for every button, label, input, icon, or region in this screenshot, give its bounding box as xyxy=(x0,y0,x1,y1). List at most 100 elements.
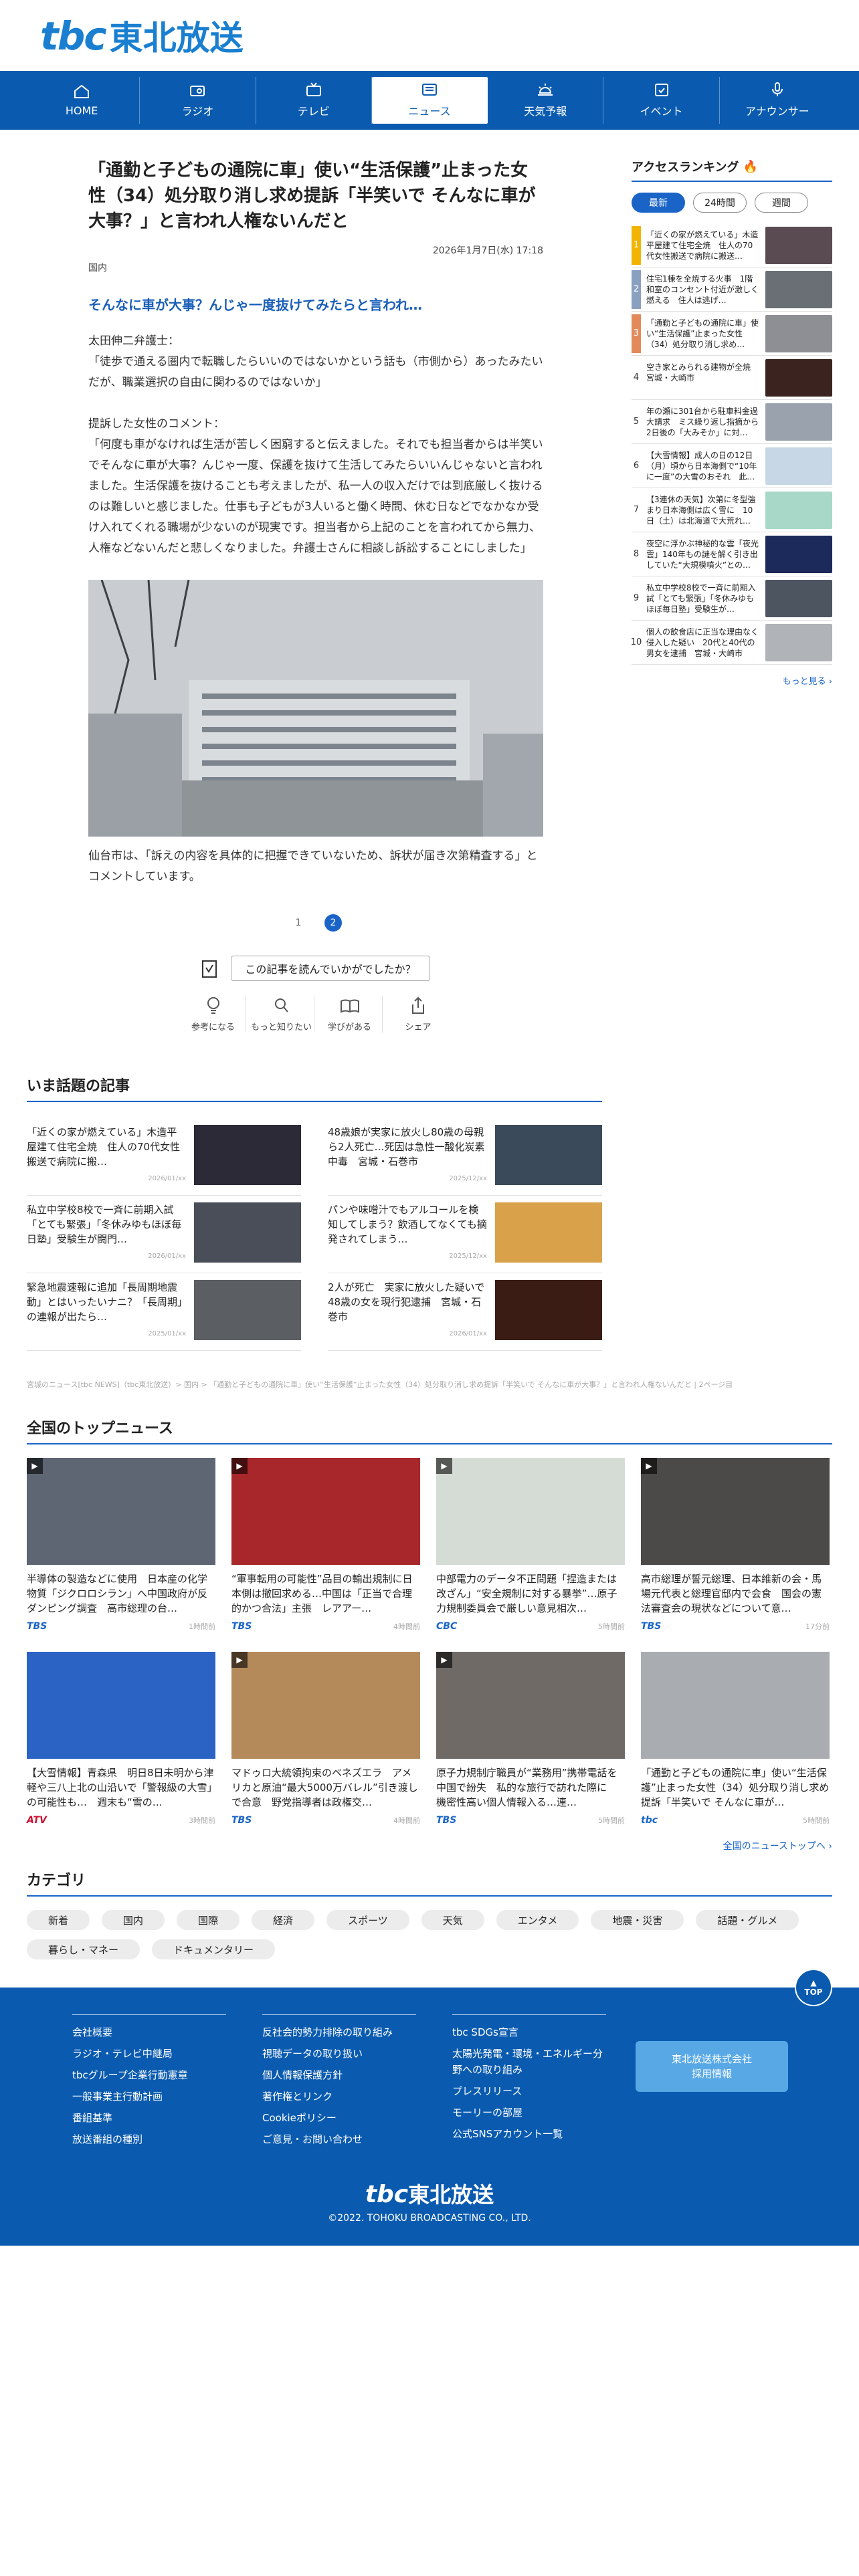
national-item[interactable]: 【大雪情報】青森県 明日8日未明から津軽や三八上北の山沿いで「警報級の大雪」の可… xyxy=(27,1652,215,1826)
rank-number: 10 xyxy=(630,637,642,647)
ranking-item[interactable]: 3 「通勤と子どもの通院に車」使い“生活保護”止まった女性（34）処分取り消し求め… xyxy=(632,312,832,356)
rank-number: 5 xyxy=(633,417,640,427)
news-thumbnail xyxy=(641,1652,830,1759)
ranking-item[interactable]: 1 「近くの家が燃えている」木造平屋建て住宅全焼 住人の70代女性搬送で病院に搬送… xyxy=(632,223,832,267)
reaction-label: シェア xyxy=(405,1023,432,1033)
national-item[interactable]: 「通勤と子どもの通院に車」使い“生活保護”止まった女性（34）処分取り消し求め提… xyxy=(641,1652,830,1826)
footer-link[interactable]: 公式SNSアカウント一覧 xyxy=(452,2126,606,2142)
global-nav: HOME ラジオ テレビ ニュース 天気予報 イベント アナウンサー xyxy=(0,71,859,130)
reaction-helpful[interactable]: 参考になる xyxy=(181,996,246,1033)
footer-link[interactable]: 放送番組の種別 xyxy=(72,2131,226,2147)
reaction-label: もっと知りたい xyxy=(250,1023,312,1033)
category-chip[interactable]: スポーツ xyxy=(326,1910,409,1930)
nav-radio[interactable]: ラジオ xyxy=(140,77,256,124)
category-chip[interactable]: 話題・グルメ xyxy=(696,1910,799,1930)
ranking-more-link[interactable]: もっと見る › xyxy=(632,674,832,687)
ranking-item[interactable]: 8 夜空に浮かぶ神秘的な雲「夜光雲」140年もの謎を解く引き出していた“大規模噴火… xyxy=(632,532,832,576)
nav-event[interactable]: イベント xyxy=(603,77,720,124)
rank-thumbnail xyxy=(765,270,832,308)
footer-links: 会社概要 ラジオ・テレビ中継局 tbcグループ企業行動憲章 一般事業主行動計画 … xyxy=(0,1988,859,2153)
nav-tv[interactable]: テレビ xyxy=(256,77,372,124)
footer-link[interactable]: 番組基準 xyxy=(72,2110,226,2126)
footer-link[interactable]: 会社概要 xyxy=(72,2024,226,2040)
national-item[interactable]: ▶ 中部電力のデータ不正問題「捏造または改ざん」“安全規制に対する暴挙”…原子力規… xyxy=(436,1458,625,1632)
footer-link[interactable]: tbcグループ企業行動憲章 xyxy=(72,2067,226,2083)
national-item[interactable]: ▶ マドゥロ大統領拘束のベネズエラ アメリカと原油“最大5000万バレル”引き渡し… xyxy=(231,1652,420,1826)
ranking-item[interactable]: 9 私立中学校8校で一斉に前期入試「とても緊張」「冬休みゆもほぼ毎日塾」受験生が… xyxy=(632,576,832,621)
page-link-current[interactable]: 2 xyxy=(324,914,342,932)
content-layout: 「通勤と子どもの通院に車」使い“生活保護”止まった女性（34）処分取り消し求め提… xyxy=(0,130,859,1033)
tab-latest[interactable]: 最新 xyxy=(632,193,685,213)
category-chip[interactable]: 天気 xyxy=(421,1910,484,1930)
nav-home[interactable]: HOME xyxy=(24,77,140,124)
topic-thumbnail xyxy=(495,1280,602,1340)
category-list: 新着 国内 国際 経済 スポーツ 天気 エンタメ 地震・災害 話題・グルメ 暮ら… xyxy=(27,1910,832,1959)
news-thumbnail: ▶ xyxy=(231,1652,420,1759)
footer-link[interactable]: 視聴データの取り扱い xyxy=(262,2046,416,2062)
recruit-button[interactable]: 東北放送株式会社 採用情報 xyxy=(636,2041,788,2092)
footer-link[interactable]: ご意見・お問い合わせ xyxy=(262,2131,416,2147)
national-more-label: 全国のニューストップへ xyxy=(723,1841,826,1852)
ranking-item[interactable]: 2 住宅1棟を全焼する火事 1階和室のコンセント付近が激しく燃える 住人は逃げ… xyxy=(632,267,832,312)
tab-24h[interactable]: 24時間 xyxy=(693,193,747,213)
topic-thumbnail xyxy=(194,1202,301,1263)
category-chip[interactable]: エンタメ xyxy=(496,1910,579,1930)
category-chip[interactable]: 新着 xyxy=(27,1910,90,1930)
footer-link[interactable]: 反社会的勢力排除の取り組み xyxy=(262,2024,416,2040)
national-item[interactable]: ▶ 半導体の製造などに使用 日本産の化学物質「ジクロロシラン」へ中国政府が反ダンピ… xyxy=(27,1458,215,1632)
national-item[interactable]: ▶ 高市総理が誓元総理、日本維新の会・馬場元代表と総理官邸内で会食 国会の憲法審査… xyxy=(641,1458,830,1632)
video-icon: ▶ xyxy=(641,1458,657,1474)
category-section: カテゴリ 新着 国内 国際 経済 スポーツ 天気 エンタメ 地震・災害 話題・グ… xyxy=(0,1868,859,1959)
rank-text: 住宅1棟を全焼する火事 1階和室のコンセント付近が激しく燃える 住人は逃げ… xyxy=(646,274,759,305)
page-link[interactable]: 1 xyxy=(290,914,307,932)
topic-item[interactable]: 48歳娘が実家に放火し80歳の母親ら2人死亡…死因は急性一酸化炭素中毒 宮城・石… xyxy=(328,1118,602,1196)
video-icon: ▶ xyxy=(27,1458,43,1474)
national-item[interactable]: ▶ “軍事転用の可能性”品目の輸出規制に日本側は撤回求める…中国は「正当で合理的か… xyxy=(231,1458,420,1632)
back-to-top-button[interactable]: ▲ TOP xyxy=(795,1969,832,2006)
ranking-item[interactable]: 4 空き家とみられる建物が全焼 宮城・大崎市 xyxy=(632,356,832,400)
ranking-item[interactable]: 6 【大雪情報】成人の日の12日（月）頃から日本海側で“10年に一度”の大雪のおそ… xyxy=(632,444,832,488)
article-category: 国内 xyxy=(88,263,107,274)
tab-weekly[interactable]: 週間 xyxy=(755,193,808,213)
topic-item[interactable]: 私立中学校8校で一斉に前期入試「とても緊張」「冬休みゆもほぼ毎日塾」受験生が闘門… xyxy=(27,1196,301,1273)
news-thumbnail: ▶ xyxy=(436,1458,625,1565)
footer-link[interactable]: 個人情報保護方針 xyxy=(262,2067,416,2083)
topic-item[interactable]: パンや味噌汁でもアルコールを検知してしまう？飲酒してなくても摘発されてしまう… 2… xyxy=(328,1196,602,1273)
rank-number: 6 xyxy=(633,461,640,471)
nav-announcer[interactable]: アナウンサー xyxy=(720,77,835,124)
topic-item[interactable]: 「近くの家が燃えている」木造平屋建て住宅全焼 住人の70代女性搬送で病院に搬… 2… xyxy=(27,1118,301,1196)
category-chip[interactable]: 地震・災害 xyxy=(591,1910,684,1930)
article-body: 太田伸二弁護士： 「徒歩で通える圏内で転職したらいいのではないかという話も（市側… xyxy=(88,331,543,559)
ranking-item[interactable]: 7 【3連休の天気】次第に冬型強まり日本海側は広く雪に 10日（土）は北海道で大荒… xyxy=(632,488,832,532)
footer-link[interactable]: tbc SDGs宣言 xyxy=(452,2024,606,2040)
nav-weather[interactable]: 天気予報 xyxy=(488,77,604,124)
national-item[interactable]: ▶ 原子力規制庁職員が“業務用”携帯電話を中国で紛失 私的な旅行で訪れた際に 機密… xyxy=(436,1652,625,1826)
ranking-item[interactable]: 10 個人の飲食店に正当な理由なく侵入した疑い 20代と40代の男女を逮捕 宮城・… xyxy=(630,621,832,665)
topic-date: 2025/01/xx xyxy=(148,1330,186,1337)
footer-link[interactable]: プレスリリース xyxy=(452,2083,606,2099)
category-chip[interactable]: ドキュメンタリー xyxy=(152,1939,276,1959)
nav-news[interactable]: ニュース xyxy=(371,77,488,124)
footer-link[interactable]: 太陽光発電・環境・エネルギー分野への取り組み xyxy=(452,2046,606,2078)
site-logo[interactable]: tbc 東北放送 xyxy=(40,11,244,60)
category-chip[interactable]: 経済 xyxy=(252,1910,315,1930)
category-chip[interactable]: 国内 xyxy=(102,1910,165,1930)
footer-link[interactable]: 著作権とリンク xyxy=(262,2088,416,2105)
topic-item[interactable]: 緊急地震速報に追加「長周期地震動」とはいったいナニ？「長周期」の連報が出たら… 2… xyxy=(27,1273,301,1351)
footer-link[interactable]: ラジオ・テレビ中継局 xyxy=(72,2046,226,2062)
footer-link[interactable]: モーリーの部屋 xyxy=(452,2105,606,2121)
footer-link[interactable]: Cookieポリシー xyxy=(262,2110,416,2126)
ranking-item[interactable]: 5 年の瀬に301台から駐車料金過大請求 ミス繰り返し指摘から2日後の「大みそか」… xyxy=(632,400,832,444)
reaction-learning[interactable]: 学びがある xyxy=(317,996,383,1033)
footer-link[interactable]: 一般事業主行動計画 xyxy=(72,2088,226,2105)
category-chip[interactable]: 国際 xyxy=(177,1910,240,1930)
footer-logo-mark: tbc xyxy=(365,2181,409,2208)
microphone-icon xyxy=(771,82,783,96)
reaction-know-more[interactable]: もっと知りたい xyxy=(249,996,314,1033)
photo-caption: 仙台市は、「訴えの内容を具体的に把握できていないため、訴状が届き次第精査する」と… xyxy=(88,849,538,883)
topic-item[interactable]: 2人が死亡 実家に放火した疑いで48歳の女を現行犯逮捕 宮城・石巻市 2026/0… xyxy=(328,1273,602,1351)
footer-logo[interactable]: tbc東北放送 xyxy=(0,2178,859,2209)
reaction-share[interactable]: シェア xyxy=(385,996,451,1033)
national-more-link[interactable]: 全国のニューストップへ › xyxy=(27,1839,832,1852)
category-chip[interactable]: 暮らし・マネー xyxy=(27,1939,140,1959)
